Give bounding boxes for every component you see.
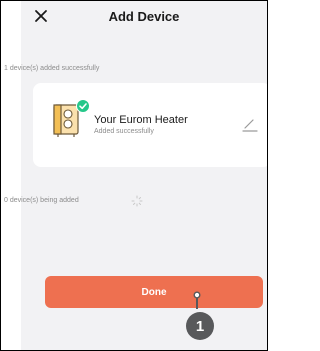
page-title: Add Device [108,9,180,24]
adding-summary-text: 0 device(s) being added [4,197,79,204]
screenshot-frame: Add Device 1 device(s) added successfull… [0,0,268,351]
loading-spinner-icon [131,195,143,207]
edit-pencil-icon[interactable] [241,117,259,133]
check-icon [76,99,90,113]
done-button[interactable]: Done [45,276,263,308]
annotation-number: 1 [195,318,205,335]
device-status: Added successfully [94,128,154,135]
added-summary-text: 1 device(s) added successfully [4,65,100,72]
device-name: Your Eurom Heater [94,114,188,126]
